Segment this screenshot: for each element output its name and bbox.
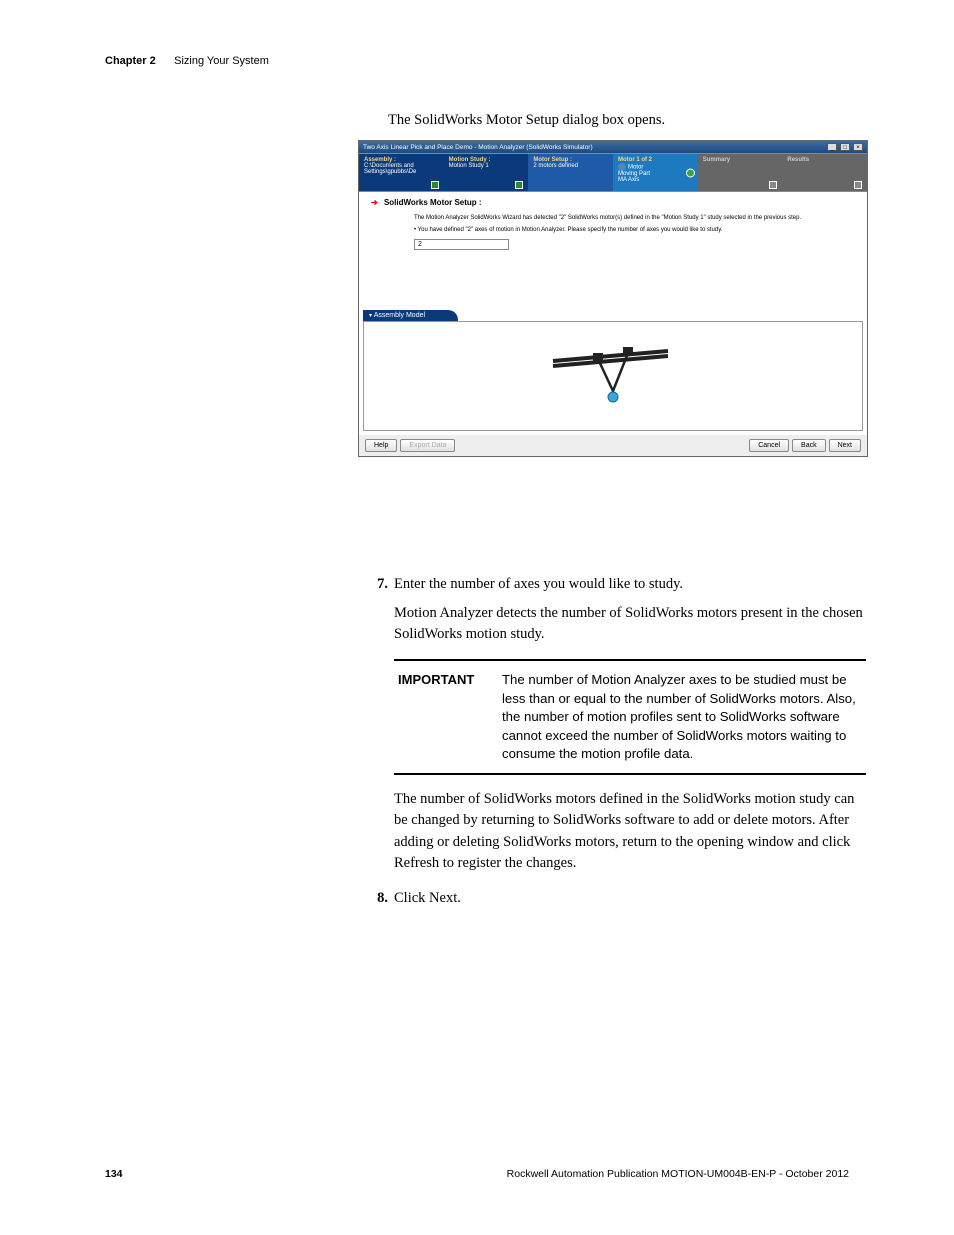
step-8: 8. Click Next. <box>366 888 866 909</box>
minimize-icon[interactable]: _ <box>827 143 837 151</box>
section-label: Sizing Your System <box>174 55 269 67</box>
page-header: Chapter 2 Sizing Your System <box>105 55 849 67</box>
dialog-titlebar: Two Axis Linear Pick and Place Demo - Mo… <box>359 141 867 153</box>
window-controls: _ □ × <box>826 143 863 151</box>
help-button[interactable]: Help <box>365 439 397 452</box>
page-number: 134 <box>105 1168 123 1180</box>
arrow-right-red-icon: ➔ <box>371 198 378 207</box>
dialog-footer: Help Export Data Cancel Back Next <box>359 435 867 456</box>
section-heading: ➔ SolidWorks Motor Setup : <box>359 192 867 209</box>
dialog-title-text: Two Axis Linear Pick and Place Demo - Mo… <box>363 144 593 151</box>
step-motor-current[interactable]: Motor 1 of 2 Motor Moving Part MA Axis <box>613 154 698 191</box>
publication-info: Rockwell Automation Publication MOTION-U… <box>507 1168 849 1180</box>
important-label: IMPORTANT <box>394 671 502 763</box>
motor-icon <box>618 163 626 171</box>
assembly-model-panel: Assembly Model <box>363 310 863 431</box>
step-motion-study[interactable]: Motion Study : Motion Study 1 <box>444 154 529 191</box>
assembly-3d-preview <box>548 341 678 411</box>
instruction-text-block: 7. Enter the number of axes you would li… <box>366 574 866 915</box>
back-button[interactable]: Back <box>792 439 826 452</box>
step-7: 7. Enter the number of axes you would li… <box>366 574 866 595</box>
step-results[interactable]: Results <box>782 154 867 191</box>
step-assembly[interactable]: Assembly : C:\Documents and Settings\gpu… <box>359 154 444 191</box>
step-motor-setup[interactable]: Motor Setup : 2 motors defined <box>528 154 613 191</box>
check-icon <box>515 181 523 189</box>
assembly-model-header[interactable]: Assembly Model <box>363 310 458 321</box>
export-data-button[interactable]: Export Data <box>400 439 455 452</box>
axes-instruction-text: • You have defined "2" axes of motion in… <box>414 227 827 233</box>
important-content: The number of Motion Analyzer axes to be… <box>502 671 866 763</box>
intro-area: The SolidWorks Motor Setup dialog box op… <box>388 110 858 143</box>
intro-text: The SolidWorks Motor Setup dialog box op… <box>388 110 858 131</box>
detected-motors-text: The Motion Analyzer SolidWorks Wizard ha… <box>414 215 827 221</box>
solidworks-motor-setup-dialog: Two Axis Linear Pick and Place Demo - Mo… <box>358 140 868 457</box>
wizard-steps: Assembly : C:\Documents and Settings\gpu… <box>359 153 867 192</box>
important-callout: IMPORTANT The number of Motion Analyzer … <box>394 659 866 775</box>
dialog-body: The Motion Analyzer SolidWorks Wizard ha… <box>359 209 867 260</box>
pending-icon <box>769 181 777 189</box>
axes-count-input[interactable] <box>414 239 509 250</box>
page-footer: 134 Rockwell Automation Publication MOTI… <box>105 1168 849 1180</box>
close-icon[interactable]: × <box>853 143 863 151</box>
motors-change-paragraph: The number of SolidWorks motors defined … <box>394 789 866 873</box>
assembly-model-viewport[interactable] <box>363 321 863 431</box>
check-icon <box>431 181 439 189</box>
step-7-paragraph: Motion Analyzer detects the number of So… <box>394 603 866 645</box>
chapter-label: Chapter 2 <box>105 55 156 67</box>
maximize-icon[interactable]: □ <box>840 143 850 151</box>
next-button[interactable]: Next <box>829 439 861 452</box>
pending-icon <box>854 181 862 189</box>
arrow-right-icon <box>686 168 695 177</box>
step-summary[interactable]: Summary <box>698 154 783 191</box>
cancel-button[interactable]: Cancel <box>749 439 789 452</box>
